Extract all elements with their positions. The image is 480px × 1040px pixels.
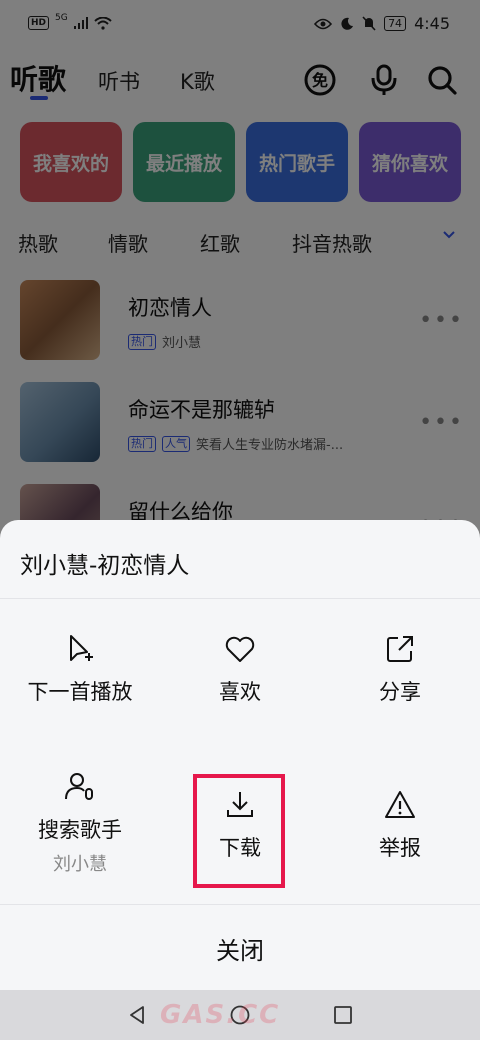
search-singer-icon [65,773,93,800]
action-sheet: 刘小慧-初恋情人 下一首播放 喜欢 分享 搜索歌手 刘小慧 下载 举报 关闭 [0,520,480,990]
action-label: 分享 [379,680,421,704]
action-label: 举报 [379,836,421,860]
share-icon [387,636,413,662]
like-button[interactable]: 喜欢 [160,632,320,706]
back-icon[interactable] [126,1004,148,1026]
share-button[interactable]: 分享 [320,632,480,706]
recents-icon[interactable] [332,1004,354,1026]
report-button[interactable]: 举报 [320,788,480,862]
divider [0,904,480,905]
singer-name: 刘小慧 [53,854,107,875]
heart-icon [225,636,255,662]
search-singer-button[interactable]: 搜索歌手 刘小慧 [0,770,160,876]
action-label: 喜欢 [219,680,261,704]
play-next-icon [70,635,93,661]
warning-icon [385,791,415,818]
action-label: 下一首播放 [27,680,133,704]
watermark: GAS.CC [160,1000,281,1030]
close-button[interactable]: 关闭 [0,906,480,990]
sheet-title: 刘小慧-初恋情人 [20,553,190,579]
divider [0,598,480,599]
download-highlight-box [193,774,285,888]
play-next-button[interactable]: 下一首播放 [0,632,160,706]
action-label: 搜索歌手 [38,818,122,842]
